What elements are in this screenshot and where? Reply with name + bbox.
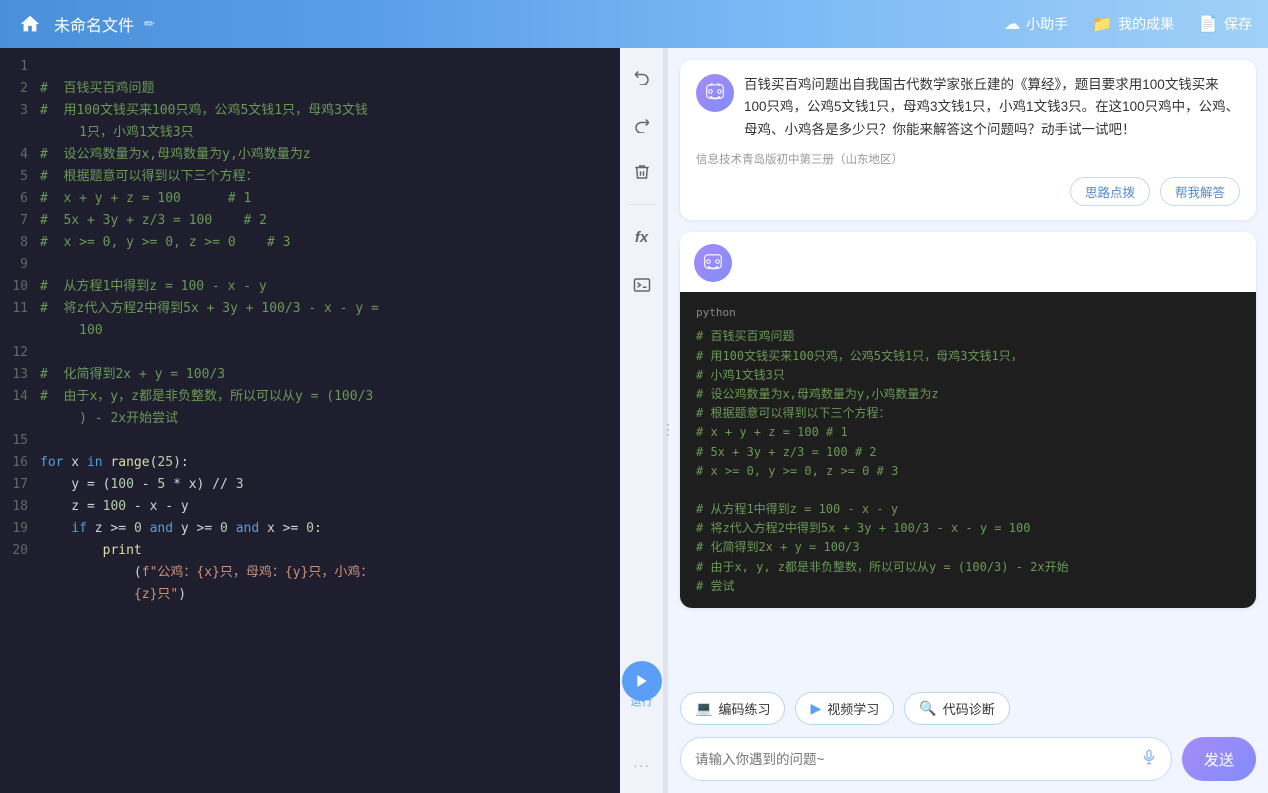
code-editor[interactable]: # 百钱买百鸡问题 # 用100文钱买来100只鸡，公鸡5文钱1只，母鸡3文钱 … (36, 48, 620, 793)
video-tab[interactable]: ▶ 视频学习 (795, 692, 894, 725)
code-line: # 根据题意可以得到以下三个方程： (40, 166, 620, 188)
code-line (40, 254, 620, 276)
coding-label: 编码练习 (718, 699, 770, 718)
chat-input-wrap (680, 737, 1172, 781)
resize-handle[interactable] (664, 48, 668, 793)
solve-button[interactable]: 帮我解答 (1160, 177, 1240, 206)
coding-icon: 💻 (695, 700, 712, 717)
chat-area: 百钱买百鸡问题出自我国古代数学家张丘建的《算经》，题目要求用100文钱买来100… (668, 48, 1268, 682)
code-line (40, 342, 620, 364)
code-line (40, 430, 620, 452)
send-button[interactable]: 发送 (1182, 737, 1256, 781)
chat-header-2 (680, 232, 1256, 282)
code-line: ) - 2x开始尝试 (40, 408, 620, 430)
code-line: # 百钱买百鸡问题 (40, 78, 620, 100)
video-label: 视频学习 (827, 699, 879, 718)
hint-button[interactable]: 思路点拨 (1070, 177, 1150, 206)
line-numbers: 12345 67891011 12131415 1617181920 (0, 48, 36, 793)
chat-text-1: 百钱买百鸡问题出自我国古代数学家张丘建的《算经》，题目要求用100文钱买来100… (744, 74, 1240, 141)
chat-source: 信息技术青岛版初中第三册（山东地区） (696, 151, 1240, 167)
chat-bubble-2: python # 百钱买百鸡问题 # 用100文钱买来100只鸡，公鸡5文钱1只… (680, 232, 1256, 608)
code-line: # x + y + z = 100 # 1 (40, 188, 620, 210)
run-label: 运行 (631, 693, 653, 709)
video-icon: ▶ (810, 700, 821, 717)
assistant-button[interactable]: ☁ 小助手 (1004, 14, 1068, 34)
redo-button[interactable] (626, 108, 658, 140)
code-line: for x in range(25): (40, 452, 620, 474)
code-line: y = (100 - 5 * x) // 3 (40, 474, 620, 496)
code-lang-tag: python (696, 304, 1240, 322)
code-line: if z >= 0 and y >= 0 and x >= 0: (40, 518, 620, 540)
code-container: 12345 67891011 12131415 1617181920 # 百钱买… (0, 48, 620, 793)
undo-button[interactable] (626, 60, 658, 92)
toolbar-divider (628, 204, 656, 205)
header-right: ☁ 小助手 📁 我的成果 📄 保存 (1004, 14, 1252, 34)
save-button[interactable]: 📄 保存 (1198, 14, 1252, 34)
header: 未命名文件 ✏ ☁ 小助手 📁 我的成果 📄 保存 (0, 0, 1268, 48)
code-line: # x >= 0, y >= 0, z >= 0 # 3 (40, 232, 620, 254)
main-layout: 12345 67891011 12131415 1617181920 # 百钱买… (0, 48, 1268, 793)
edit-icon[interactable]: ✏ (144, 16, 155, 32)
code-line: 1只，小鸡1文钱3只 (40, 122, 620, 144)
diagnosis-label: 代码诊断 (943, 699, 995, 718)
home-icon[interactable] (16, 10, 44, 38)
code-line: {z}只") (40, 584, 620, 606)
code-line: print (40, 540, 620, 562)
chat-actions: 思路点拨 帮我解答 (696, 177, 1240, 206)
code-line: # 用100文钱买来100只鸡，公鸡5文钱1只，母鸡3文钱 (40, 100, 620, 122)
chat-input[interactable] (695, 752, 1141, 767)
delete-button[interactable] (626, 156, 658, 188)
bottom-tabs: 💻 编码练习 ▶ 视频学习 🔍 代码诊断 (668, 682, 1268, 731)
right-panel: 百钱买百鸡问题出自我国古代数学家张丘建的《算经》，题目要求用100文钱买来100… (668, 48, 1268, 793)
toolbar: fx 运行 ··· (620, 48, 664, 793)
code-line: # 从方程1中得到z = 100 - x - y (40, 276, 620, 298)
run-button-wrap[interactable]: 运行 (622, 661, 662, 709)
save-icon: 📄 (1198, 14, 1218, 34)
results-button[interactable]: 📁 我的成果 (1092, 14, 1174, 34)
code-line: 100 (40, 320, 620, 342)
code-line (40, 56, 620, 78)
chat-bubble-1: 百钱买百鸡问题出自我国古代数学家张丘建的《算经》，题目要求用100文钱买来100… (680, 60, 1256, 220)
code-response-block: python # 百钱买百鸡问题 # 用100文钱买来100只鸡，公鸡5文钱1只… (680, 292, 1256, 608)
coding-tab[interactable]: 💻 编码练习 (680, 692, 785, 725)
editor-area: 12345 67891011 12131415 1617181920 # 百钱买… (0, 48, 620, 793)
code-line: # 将z代入方程2中得到5x + 3y + 100/3 - x - y = (40, 298, 620, 320)
terminal-button[interactable] (626, 269, 658, 301)
results-icon: 📁 (1092, 14, 1112, 34)
code-line (40, 606, 620, 628)
code-line: # 由于x，y，z都是非负整数，所以可以从y = (100/3 (40, 386, 620, 408)
mic-icon[interactable] (1141, 748, 1157, 771)
formula-button[interactable]: fx (626, 221, 658, 253)
more-button[interactable]: ··· (626, 749, 658, 781)
file-title: 未命名文件 (54, 12, 134, 36)
chat-header-1: 百钱买百鸡问题出自我国古代数学家张丘建的《算经》，题目要求用100文钱买来100… (696, 74, 1240, 141)
code-line: (f"公鸡：{x}只，母鸡：{y}只，小鸡： (40, 562, 620, 584)
code-line: # 5x + 3y + z/3 = 100 # 2 (40, 210, 620, 232)
diagnosis-tab[interactable]: 🔍 代码诊断 (904, 692, 1009, 725)
code-line: z = 100 - x - y (40, 496, 620, 518)
code-line: # 设公鸡数量为x,母鸡数量为y,小鸡数量为z (40, 144, 620, 166)
diagnosis-icon: 🔍 (919, 700, 936, 717)
assistant-icon: ☁ (1004, 14, 1020, 34)
avatar-1 (696, 74, 734, 112)
header-left: 未命名文件 ✏ (16, 10, 155, 38)
code-line: # 化简得到2x + y = 100/3 (40, 364, 620, 386)
input-area: 发送 (668, 731, 1268, 793)
avatar-2 (694, 244, 732, 282)
